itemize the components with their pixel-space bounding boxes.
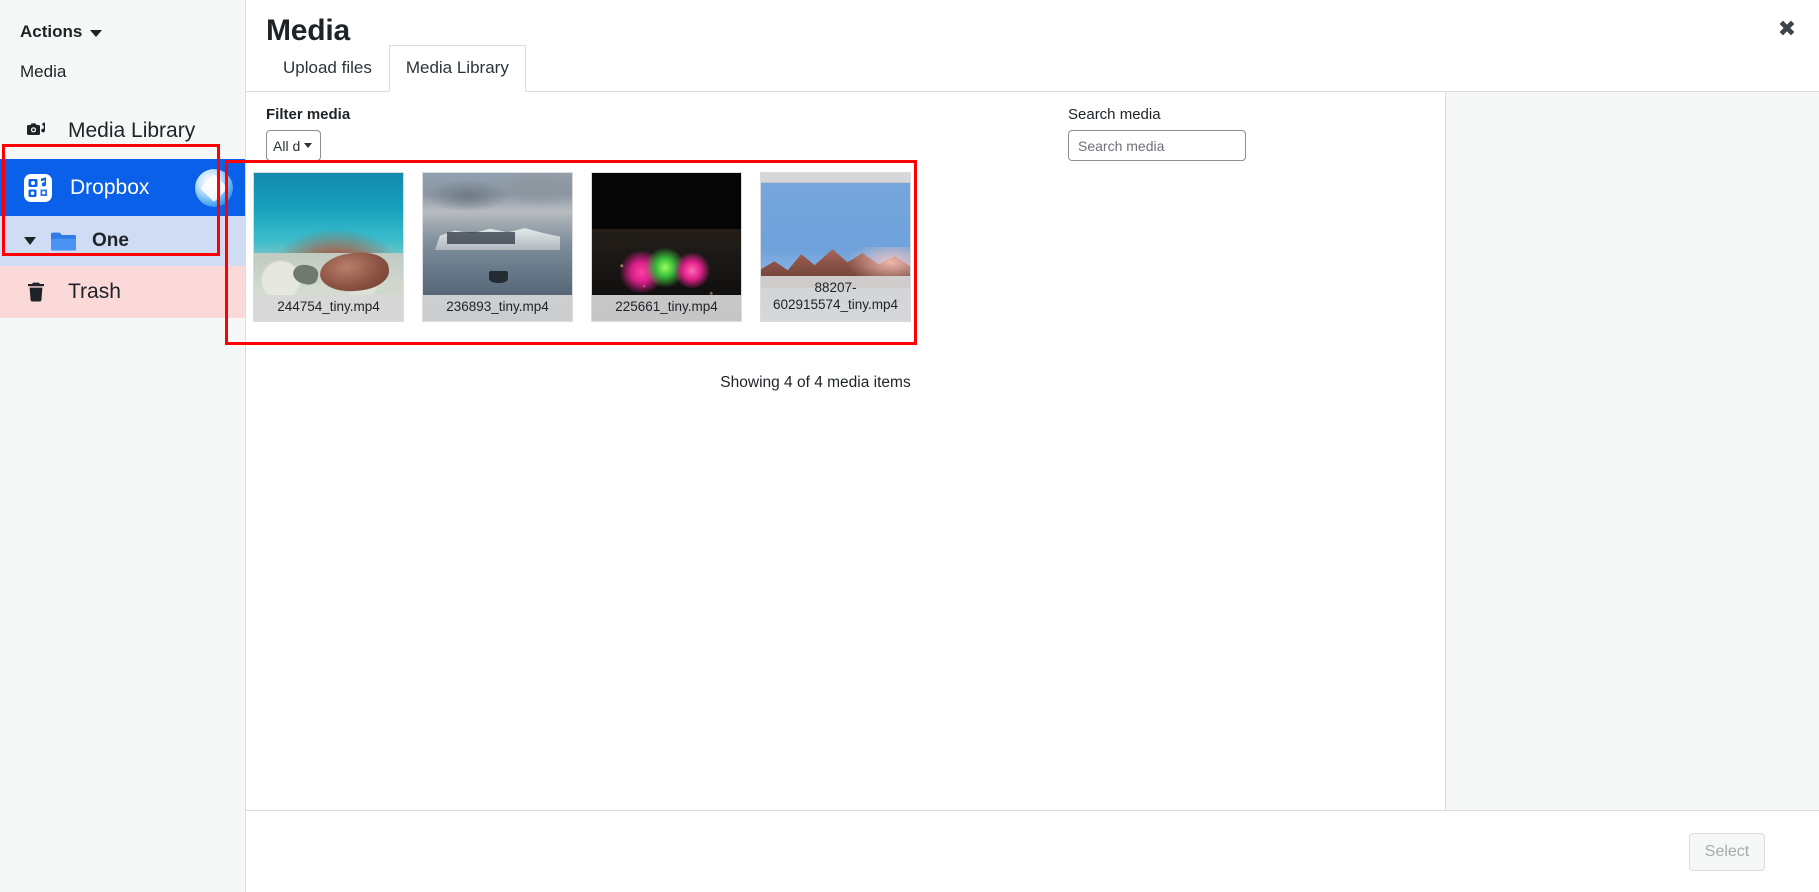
- folder-icon: [50, 230, 78, 252]
- sidebar-item-label: One: [92, 230, 129, 251]
- media-toolbar: Filter media All d Search media: [246, 92, 1445, 164]
- sidebar-item-label: Trash: [68, 280, 121, 303]
- modal-tabs: Upload files Media Library: [266, 44, 526, 92]
- sidebar-section-media: Media: [20, 62, 67, 81]
- media-tile-night-fireworks[interactable]: 225661_tiny.mp4: [591, 172, 742, 322]
- chevron-down-icon: [90, 30, 103, 37]
- media-filename: 244754_tiny.mp4: [254, 295, 403, 321]
- search-input[interactable]: [1068, 130, 1246, 161]
- chevron-down-icon: [304, 143, 313, 148]
- page-title: Media: [266, 14, 351, 47]
- media-filename: 88207-602915574_tiny.mp4: [761, 276, 910, 321]
- media-filename: 225661_tiny.mp4: [592, 295, 741, 321]
- media-cloud-icon: [22, 172, 54, 204]
- search-media-label: Search media: [1068, 106, 1161, 123]
- filter-media-group: Filter media All d: [266, 106, 350, 161]
- media-modal: Media ✖ Upload files Media Library Filte…: [246, 0, 1819, 892]
- dropbox-logo-icon: [195, 168, 234, 207]
- search-media-group: Search media: [1068, 106, 1246, 161]
- left-sidebar: Actions Media Media Library Dropbox One …: [0, 0, 246, 892]
- sidebar-item-dropbox[interactable]: Dropbox: [0, 159, 245, 216]
- actions-label: Actions: [20, 22, 83, 41]
- media-tile-iceberg-boat[interactable]: 236893_tiny.mp4: [422, 172, 573, 322]
- media-tile-alpine-mountain[interactable]: 88207-602915574_tiny.mp4: [760, 172, 911, 322]
- tab-upload-files[interactable]: Upload files: [266, 45, 389, 92]
- media-content-column: Filter media All d Search media Search m…: [246, 92, 1446, 810]
- actions-menu[interactable]: Actions: [0, 0, 245, 42]
- media-filename: 236893_tiny.mp4: [423, 295, 572, 321]
- modal-header: Media ✖ Upload files Media Library: [246, 0, 1819, 92]
- sidebar-item-label: Dropbox: [70, 175, 150, 199]
- close-icon[interactable]: ✖: [1765, 8, 1809, 52]
- modal-body: Filter media All d Search media Search m…: [246, 92, 1819, 810]
- sidebar-nav: Media Library Dropbox One Trash: [0, 102, 245, 318]
- sidebar-item-media-library[interactable]: Media Library: [0, 102, 245, 159]
- sidebar-item-one[interactable]: One: [0, 216, 245, 266]
- tab-media-library[interactable]: Media Library: [388, 44, 526, 92]
- caret-down-icon[interactable]: [24, 237, 36, 245]
- media-grid: 244754_tiny.mp4 236893_tiny.mp4 225661_t…: [246, 164, 1445, 322]
- media-library-icon: [24, 119, 48, 143]
- attachment-details-pane: [1446, 92, 1819, 810]
- trash-icon: [24, 280, 48, 304]
- sidebar-item-trash[interactable]: Trash: [0, 266, 245, 318]
- media-picker-screen: Actions Media Media Library Dropbox One …: [0, 0, 1819, 892]
- filter-media-select[interactable]: All d: [266, 130, 321, 161]
- filter-media-value: All d: [273, 137, 301, 154]
- media-tile-sea-turtle[interactable]: 244754_tiny.mp4: [253, 172, 404, 322]
- modal-footer: Select: [246, 810, 1819, 892]
- select-button[interactable]: Select: [1689, 832, 1765, 871]
- filter-media-label: Filter media: [266, 106, 351, 123]
- sidebar-item-label: Media Library: [68, 118, 196, 142]
- media-count-status: Showing 4 of 4 media items: [720, 374, 911, 391]
